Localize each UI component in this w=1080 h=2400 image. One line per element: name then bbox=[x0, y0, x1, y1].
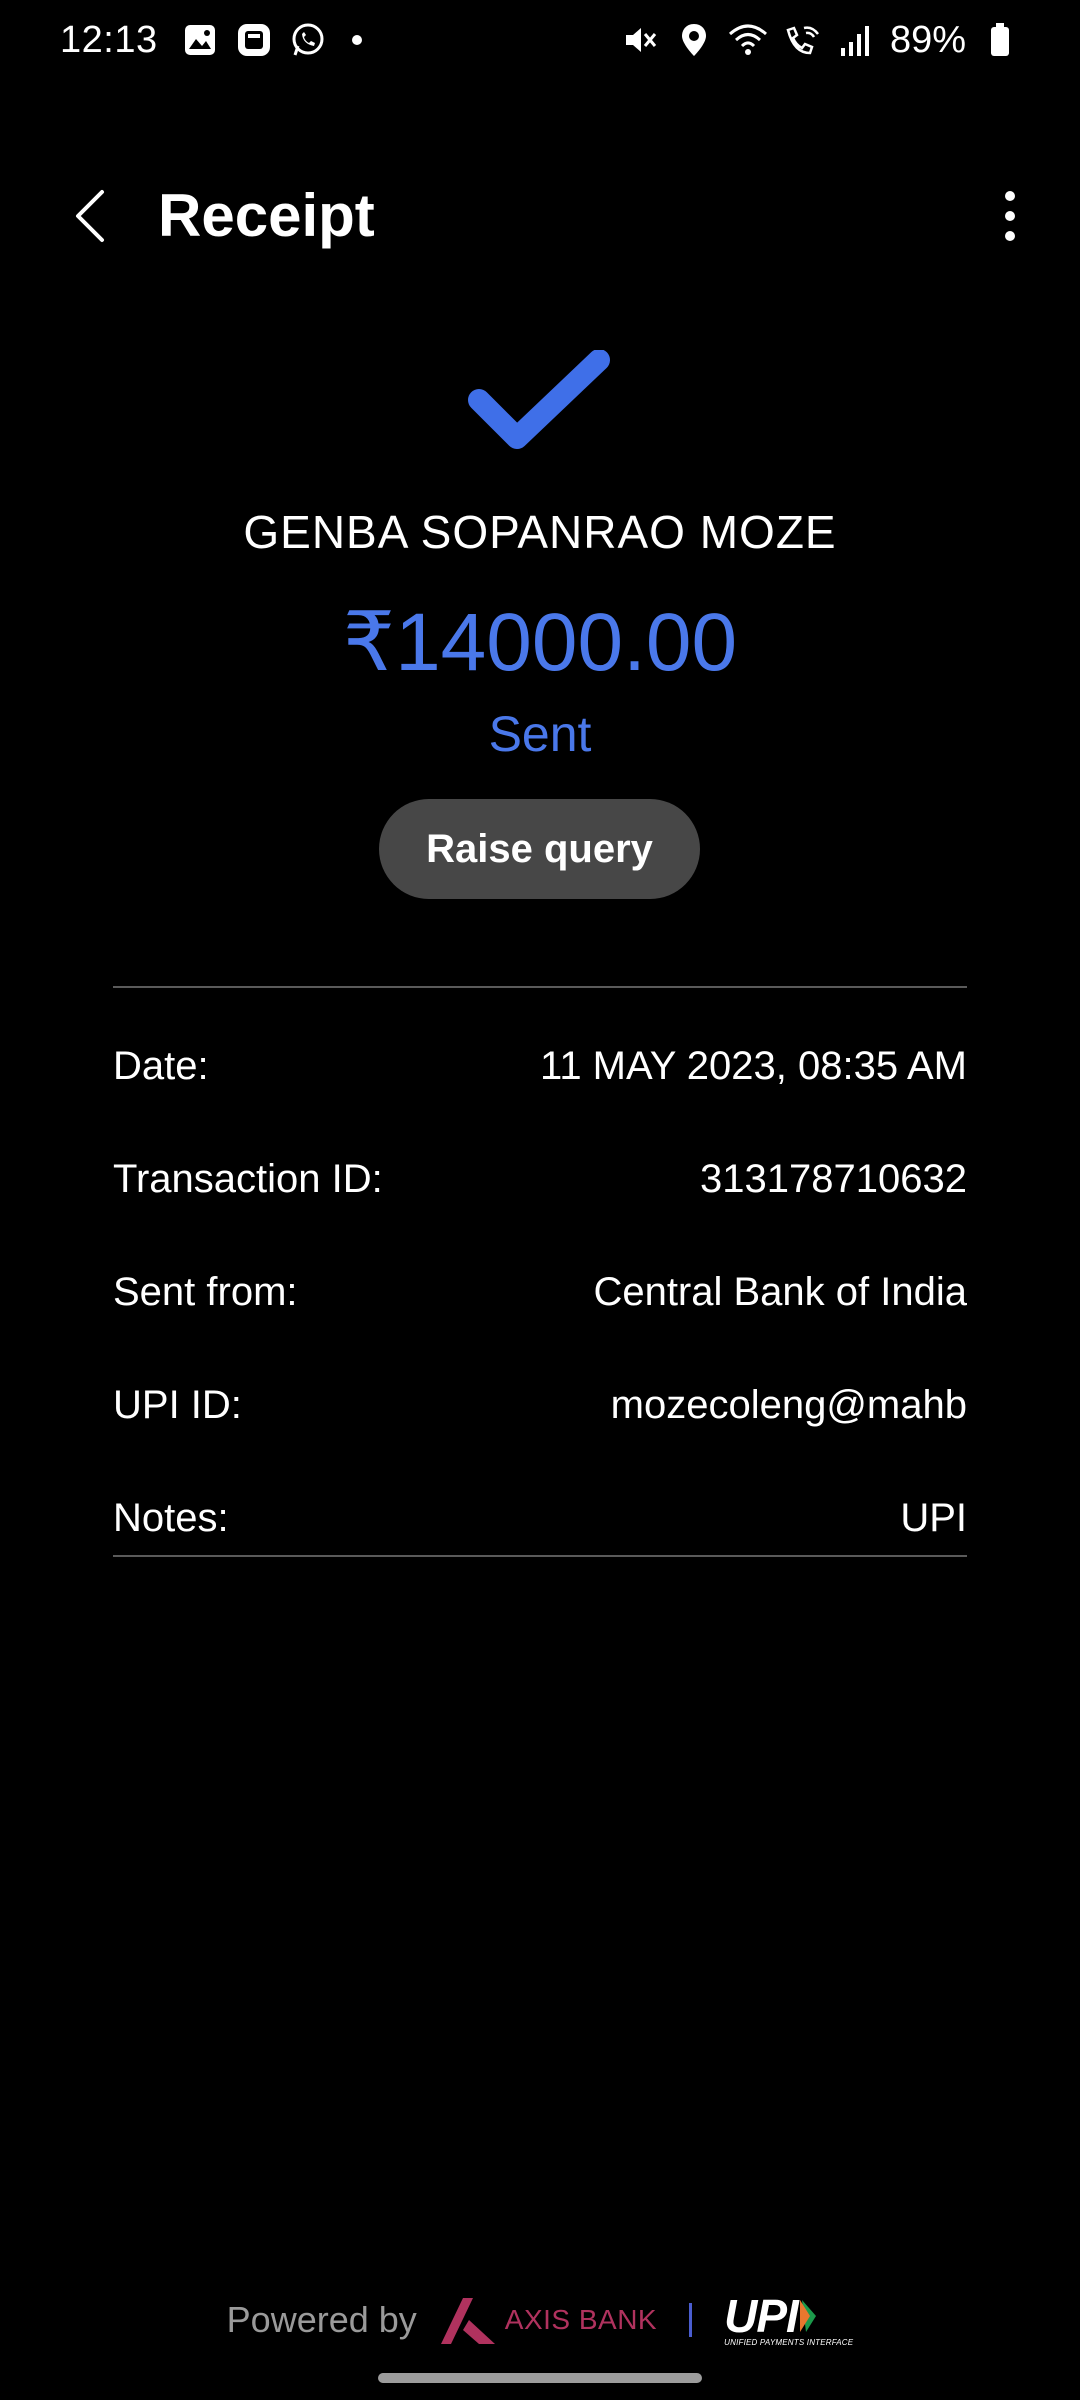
detail-value: mozecoleng@mahb bbox=[610, 1383, 967, 1427]
detail-row-transaction-id: Transaction ID: 313178710632 bbox=[113, 1123, 967, 1236]
upi-arrow-icon bbox=[799, 2299, 816, 2332]
divider-top bbox=[113, 986, 967, 988]
more-vertical-icon bbox=[1005, 191, 1015, 241]
location-icon bbox=[674, 20, 714, 60]
powered-by-text: Powered by bbox=[226, 2299, 417, 2340]
status-right: 89% bbox=[620, 19, 1020, 62]
detail-value: 313178710632 bbox=[700, 1157, 967, 1201]
detail-row-sent-from: Sent from: Central Bank of India bbox=[113, 1236, 967, 1349]
wifi-icon bbox=[728, 20, 768, 60]
battery-percent: 89% bbox=[889, 18, 966, 61]
detail-row-date: Date: 11 MAY 2023, 08:35 AM bbox=[113, 1010, 967, 1123]
detail-label: Transaction ID: bbox=[113, 1157, 383, 1201]
footer: Powered by AXIS BANK UPI UNIFIED PAYMENT… bbox=[0, 2285, 1080, 2355]
axis-bank-icon bbox=[440, 2298, 495, 2344]
status-bar: 12:13 89% bbox=[0, 0, 1080, 80]
amount: ₹14000.00 bbox=[342, 597, 738, 688]
signal-icon bbox=[836, 20, 876, 60]
axis-bank-name: AXIS BANK bbox=[504, 2304, 658, 2335]
app-bar: Receipt bbox=[0, 165, 1080, 265]
payee-name: GENBA SOPANRAO MOZE bbox=[243, 506, 837, 558]
upi-text: UPI bbox=[724, 2289, 799, 2342]
whatsapp-icon bbox=[288, 20, 328, 60]
detail-value: UPI bbox=[900, 1496, 967, 1540]
detail-row-upi-id: UPI ID: mozecoleng@mahb bbox=[113, 1349, 967, 1462]
battery-icon bbox=[980, 20, 1020, 60]
upi-logo: UPI UNIFIED PAYMENTS INTERFACE bbox=[724, 2289, 854, 2347]
detail-label: Date: bbox=[113, 1044, 209, 1088]
transaction-status: Sent bbox=[488, 706, 592, 762]
home-indicator[interactable] bbox=[378, 2373, 702, 2383]
footer-separator bbox=[689, 2303, 693, 2337]
detail-label: Notes: bbox=[113, 1496, 229, 1540]
status-time: 12:13 bbox=[60, 18, 158, 61]
dot-icon bbox=[351, 35, 362, 45]
detail-label: Sent from: bbox=[113, 1270, 298, 1314]
gallery-icon bbox=[180, 20, 220, 60]
axis-bank-logo: AXIS BANK bbox=[439, 2294, 657, 2346]
detail-label: UPI ID: bbox=[113, 1383, 242, 1427]
divider-bottom bbox=[113, 1555, 967, 1557]
status-left: 12:13 bbox=[60, 19, 362, 62]
transaction-details: Date: 11 MAY 2023, 08:35 AM Transaction … bbox=[113, 1010, 967, 1575]
page-title: Receipt bbox=[158, 182, 375, 249]
detail-value: Central Bank of India bbox=[593, 1270, 967, 1314]
back-button[interactable] bbox=[60, 181, 120, 251]
mute-icon bbox=[620, 20, 660, 60]
raise-query-button[interactable]: Raise query bbox=[379, 799, 700, 899]
more-options-button[interactable] bbox=[990, 181, 1030, 251]
back-arrow-icon bbox=[76, 190, 104, 242]
detail-row-notes: Notes: UPI bbox=[113, 1462, 967, 1575]
success-check-icon bbox=[465, 349, 615, 460]
upi-subtext: UNIFIED PAYMENTS INTERFACE bbox=[724, 2337, 854, 2347]
flipboard-icon bbox=[234, 20, 274, 60]
wifi-call-icon bbox=[782, 20, 822, 60]
detail-value: 11 MAY 2023, 08:35 AM bbox=[540, 1044, 967, 1088]
